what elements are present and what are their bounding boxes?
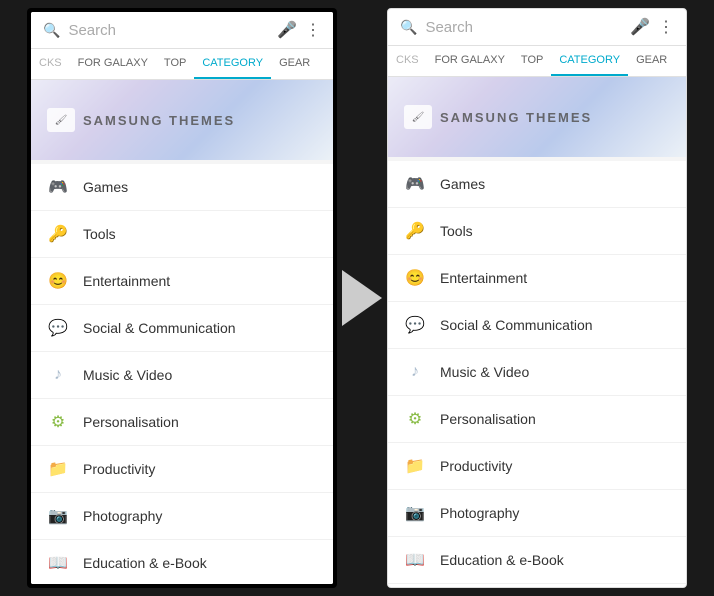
tab-forgalaxy-left[interactable]: FOR GALAXY <box>70 49 156 79</box>
right-cat-icon-5: ⚙ <box>404 408 426 430</box>
right-samsung-logo-icon: 🖌 <box>404 105 432 129</box>
right-cat-label-6: Productivity <box>440 458 512 474</box>
right-mic-icon[interactable]: 🎤 <box>630 17 650 37</box>
right-cat-icon-3: 💬 <box>404 314 426 336</box>
cat-label-6: Productivity <box>83 461 155 477</box>
right-cat-icon-2: 😊 <box>404 267 426 289</box>
right-category-item-3[interactable]: 💬 Social & Communication <box>388 302 686 349</box>
cat-label-7: Photography <box>83 508 162 524</box>
right-category-item-0[interactable]: 🎮 Games <box>388 161 686 208</box>
tab-forgalaxy-right[interactable]: FOR GALAXY <box>427 46 513 76</box>
right-samsung-header: 🖌 SAMSUNG THEMES <box>388 77 686 157</box>
right-category-item-9[interactable]: 👤 Lifestyle <box>388 584 686 587</box>
tab-cks-right[interactable]: CKS <box>388 46 427 76</box>
more-icon[interactable]: ⋮ <box>305 20 321 40</box>
left-category-item-3[interactable]: 💬 Social & Communication <box>31 305 333 352</box>
right-category-item-2[interactable]: 😊 Entertainment <box>388 255 686 302</box>
left-category-content: 🖌 SAMSUNG THEMES 🎮 Games 🔑 Tools 😊 Enter… <box>31 80 333 584</box>
cat-icon-3: 💬 <box>47 317 69 339</box>
tab-top-left[interactable]: TOP <box>156 49 194 79</box>
search-icon: 🔍 <box>43 22 60 39</box>
left-category-item-1[interactable]: 🔑 Tools <box>31 211 333 258</box>
tab-gear-left[interactable]: GEAR <box>271 49 318 79</box>
left-samsung-header: 🖌 SAMSUNG THEMES <box>31 80 333 160</box>
tab-cks-left[interactable]: CKS <box>31 49 70 79</box>
right-category-item-1[interactable]: 🔑 Tools <box>388 208 686 255</box>
right-arrow-shape <box>342 270 382 326</box>
cat-icon-8: 📖 <box>47 552 69 574</box>
right-cat-label-0: Games <box>440 176 485 192</box>
right-cat-label-4: Music & Video <box>440 364 529 380</box>
left-category-item-6[interactable]: 📁 Productivity <box>31 446 333 493</box>
right-more-icon[interactable]: ⋮ <box>658 17 674 37</box>
right-cat-label-1: Tools <box>440 223 473 239</box>
right-cat-label-5: Personalisation <box>440 411 536 427</box>
cat-label-1: Tools <box>83 226 116 242</box>
right-phone-panel: 🔍 Search 🎤 ⋮ CKS FOR GALAXY TOP CATEGORY… <box>387 8 687 588</box>
right-cat-icon-0: 🎮 <box>404 173 426 195</box>
left-category-item-8[interactable]: 📖 Education & e-Book <box>31 540 333 584</box>
right-cat-label-8: Education & e-Book <box>440 552 564 568</box>
right-search-bar: 🔍 Search 🎤 ⋮ <box>388 9 686 46</box>
right-cat-icon-8: 📖 <box>404 549 426 571</box>
right-category-item-8[interactable]: 📖 Education & e-Book <box>388 537 686 584</box>
left-search-bar: 🔍 Search 🎤 ⋮ <box>31 12 333 49</box>
right-tabs: CKS FOR GALAXY TOP CATEGORY GEAR <box>388 46 686 77</box>
right-category-item-4[interactable]: ♪ Music & Video <box>388 349 686 396</box>
left-phone-panel: 🔍 Search 🎤 ⋮ CKS FOR GALAXY TOP CATEGORY… <box>27 8 337 588</box>
tab-category-right[interactable]: CATEGORY <box>551 46 628 76</box>
samsung-logo-icon: 🖌 <box>47 108 75 132</box>
right-cat-label-2: Entertainment <box>440 270 527 286</box>
left-category-list: 🎮 Games 🔑 Tools 😊 Entertainment 💬 Social… <box>31 164 333 584</box>
cat-label-5: Personalisation <box>83 414 179 430</box>
right-samsung-logo-area: 🖌 SAMSUNG THEMES <box>404 105 592 129</box>
cat-icon-6: 📁 <box>47 458 69 480</box>
right-search-icon: 🔍 <box>400 19 417 36</box>
right-category-list: 🎮 Games 🔑 Tools 😊 Entertainment 💬 Social… <box>388 161 686 587</box>
cat-icon-4: ♪ <box>47 364 69 386</box>
left-search-input[interactable]: Search <box>68 22 269 39</box>
right-cat-icon-1: 🔑 <box>404 220 426 242</box>
right-category-item-6[interactable]: 📁 Productivity <box>388 443 686 490</box>
cat-label-3: Social & Communication <box>83 320 236 336</box>
right-cat-label-3: Social & Communication <box>440 317 593 333</box>
cat-label-4: Music & Video <box>83 367 172 383</box>
right-search-input[interactable]: Search <box>425 19 622 36</box>
right-category-content: 🖌 SAMSUNG THEMES 🎮 Games 🔑 Tools 😊 Enter… <box>388 77 686 587</box>
right-category-item-5[interactable]: ⚙ Personalisation <box>388 396 686 443</box>
left-category-item-5[interactable]: ⚙ Personalisation <box>31 399 333 446</box>
cat-icon-0: 🎮 <box>47 176 69 198</box>
cat-label-0: Games <box>83 179 128 195</box>
cat-icon-7: 📷 <box>47 505 69 527</box>
tab-top-right[interactable]: TOP <box>513 46 551 76</box>
samsung-logo-area: 🖌 SAMSUNG THEMES <box>47 108 235 132</box>
right-cat-icon-4: ♪ <box>404 361 426 383</box>
right-category-item-7[interactable]: 📷 Photography <box>388 490 686 537</box>
cat-icon-1: 🔑 <box>47 223 69 245</box>
mic-icon[interactable]: 🎤 <box>277 20 297 40</box>
left-category-item-0[interactable]: 🎮 Games <box>31 164 333 211</box>
left-category-item-2[interactable]: 😊 Entertainment <box>31 258 333 305</box>
right-cat-label-7: Photography <box>440 505 519 521</box>
cat-label-2: Entertainment <box>83 273 170 289</box>
tab-gear-right[interactable]: GEAR <box>628 46 675 76</box>
left-tabs: CKS FOR GALAXY TOP CATEGORY GEAR <box>31 49 333 80</box>
cat-label-8: Education & e-Book <box>83 555 207 571</box>
samsung-logo-text: SAMSUNG THEMES <box>83 113 235 128</box>
transition-arrow <box>337 270 387 326</box>
cat-icon-5: ⚙ <box>47 411 69 433</box>
right-cat-icon-6: 📁 <box>404 455 426 477</box>
tab-category-left[interactable]: CATEGORY <box>194 49 271 79</box>
right-samsung-logo-text: SAMSUNG THEMES <box>440 110 592 125</box>
right-cat-icon-7: 📷 <box>404 502 426 524</box>
cat-icon-2: 😊 <box>47 270 69 292</box>
left-category-item-4[interactable]: ♪ Music & Video <box>31 352 333 399</box>
left-category-item-7[interactable]: 📷 Photography <box>31 493 333 540</box>
